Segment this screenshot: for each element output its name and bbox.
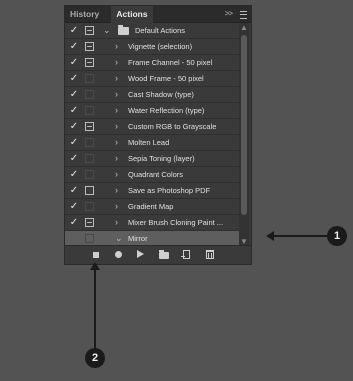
scroll-up-icon[interactable]: ▲ <box>239 23 249 33</box>
folder-icon <box>118 25 129 35</box>
scrollbar[interactable]: ▲ ▼ <box>239 23 249 247</box>
action-label: Custom RGB to Grayscale <box>128 122 217 131</box>
dialog-toggle-icon[interactable] <box>85 202 94 211</box>
new-set-folder-icon[interactable] <box>159 250 169 259</box>
action-label: Wood Frame - 50 pixel <box>128 74 204 83</box>
chevron-right-icon[interactable]: › <box>115 183 118 198</box>
dialog-toggle-icon[interactable] <box>85 154 94 163</box>
action-row[interactable]: ✓ › Frame Channel - 50 pixel <box>65 55 239 71</box>
chevron-right-icon[interactable]: › <box>115 167 118 182</box>
chevron-right-icon[interactable]: › <box>115 215 118 230</box>
chevron-right-icon[interactable]: › <box>115 199 118 214</box>
dialog-toggle-icon[interactable] <box>85 234 94 243</box>
tab-history[interactable]: History <box>70 6 99 22</box>
toggle-checkmark-icon[interactable]: ✓ <box>69 216 79 230</box>
toggle-checkmark-icon[interactable]: ✓ <box>69 72 79 86</box>
action-row[interactable]: ✓ › Quadrant Colors <box>65 167 239 183</box>
stop-recording-icon[interactable] <box>93 252 99 258</box>
action-row[interactable]: ✓ › Molten Lead <box>65 135 239 151</box>
dialog-toggle-icon[interactable] <box>85 26 94 35</box>
tab-actions[interactable]: Actions <box>111 6 153 23</box>
toggle-checkmark-icon[interactable]: ✓ <box>69 56 79 70</box>
record-icon[interactable] <box>115 251 122 258</box>
toggle-checkmark-icon[interactable]: ✓ <box>69 184 79 198</box>
callout-2-badge: 2 <box>85 348 105 368</box>
scroll-thumb[interactable] <box>241 35 247 215</box>
action-row[interactable]: ✓ › Vignette (selection) <box>65 39 239 55</box>
toggle-checkmark-icon[interactable]: ✓ <box>69 104 79 118</box>
toggle-checkmark-icon[interactable]: ✓ <box>69 168 79 182</box>
dialog-toggle-icon[interactable] <box>85 74 94 83</box>
action-label: Mixer Brush Cloning Paint ... <box>128 218 224 227</box>
toggle-checkmark-icon[interactable]: ✓ <box>69 152 79 166</box>
callout-1-arrowhead <box>266 231 274 241</box>
action-set-row[interactable]: ✓ ⌄ Default Actions <box>65 23 239 39</box>
dialog-toggle-icon[interactable] <box>85 122 94 131</box>
chevron-down-icon[interactable]: ⌄ <box>115 231 123 246</box>
action-row[interactable]: ✓ › Water Reflection (type) <box>65 103 239 119</box>
action-row[interactable]: ✓ › Gradient Map <box>65 199 239 215</box>
callout-1-line <box>270 235 327 237</box>
action-row[interactable]: ✓ › Sepia Toning (layer) <box>65 151 239 167</box>
dialog-toggle-icon[interactable] <box>85 218 94 227</box>
chevron-right-icon[interactable]: › <box>115 55 118 70</box>
toggle-checkmark-icon[interactable]: ✓ <box>69 40 79 54</box>
action-label: Vignette (selection) <box>128 42 193 51</box>
actions-panel: History Actions >> ✓ ⌄ Default Actions ✓… <box>64 5 252 265</box>
action-row[interactable]: ✓ › Cast Shadow (type) <box>65 87 239 103</box>
chevron-right-icon[interactable]: › <box>115 103 118 118</box>
action-label: Water Reflection (type) <box>128 106 205 115</box>
toggle-checkmark-icon[interactable]: ✓ <box>69 200 79 214</box>
panel-tab-bar: History Actions >> <box>65 6 251 23</box>
callout-1-badge: 1 <box>327 226 347 246</box>
chevron-right-icon[interactable]: › <box>115 39 118 54</box>
toggle-checkmark-icon[interactable]: ✓ <box>69 88 79 102</box>
action-row[interactable]: ✓ › Mixer Brush Cloning Paint ... <box>65 215 239 231</box>
action-label: Gradient Map <box>128 202 174 211</box>
chevron-right-icon[interactable]: › <box>115 151 118 166</box>
play-icon[interactable] <box>137 250 144 258</box>
dialog-toggle-icon[interactable] <box>85 106 94 115</box>
toggle-checkmark-icon[interactable]: ✓ <box>69 24 79 38</box>
dialog-toggle-icon[interactable] <box>85 42 94 51</box>
chevron-right-icon[interactable]: › <box>115 71 118 86</box>
actions-list: ✓ ⌄ Default Actions ✓ › Vignette (selectio… <box>65 23 239 247</box>
action-row[interactable]: ✓ › Wood Frame - 50 pixel <box>65 71 239 87</box>
action-set-label: Default Actions <box>135 26 186 35</box>
toggle-checkmark-icon[interactable] <box>69 232 79 246</box>
chevron-right-icon[interactable]: › <box>115 135 118 150</box>
panel-menu-icon[interactable] <box>240 11 247 19</box>
new-action-icon[interactable] <box>181 250 190 259</box>
action-row[interactable]: ✓ › Custom RGB to Grayscale <box>65 119 239 135</box>
action-label: Quadrant Colors <box>128 170 184 179</box>
toggle-checkmark-icon[interactable]: ✓ <box>69 120 79 134</box>
action-label: Save as Photoshop PDF <box>128 186 211 195</box>
chevron-right-icon[interactable]: › <box>115 119 118 134</box>
dialog-toggle-icon[interactable] <box>85 138 94 147</box>
action-label: Cast Shadow (type) <box>128 90 194 99</box>
callout-2-line <box>94 268 96 348</box>
action-label: Mirror <box>128 234 148 243</box>
dialog-toggle-icon[interactable] <box>85 186 94 195</box>
trash-icon[interactable] <box>206 250 214 259</box>
callout-2-arrowhead <box>90 262 100 270</box>
chevron-down-icon[interactable]: ⌄ <box>103 23 111 38</box>
collapse-panel-button[interactable]: >> <box>225 6 233 22</box>
action-row[interactable]: ✓ › Save as Photoshop PDF <box>65 183 239 199</box>
action-label: Molten Lead <box>128 138 170 147</box>
action-label: Frame Channel - 50 pixel <box>128 58 213 67</box>
dialog-toggle-icon[interactable] <box>85 90 94 99</box>
toggle-checkmark-icon[interactable]: ✓ <box>69 136 79 150</box>
dialog-toggle-icon[interactable] <box>85 58 94 67</box>
chevron-right-icon[interactable]: › <box>115 87 118 102</box>
action-label: Sepia Toning (layer) <box>128 154 195 163</box>
dialog-toggle-icon[interactable] <box>85 170 94 179</box>
